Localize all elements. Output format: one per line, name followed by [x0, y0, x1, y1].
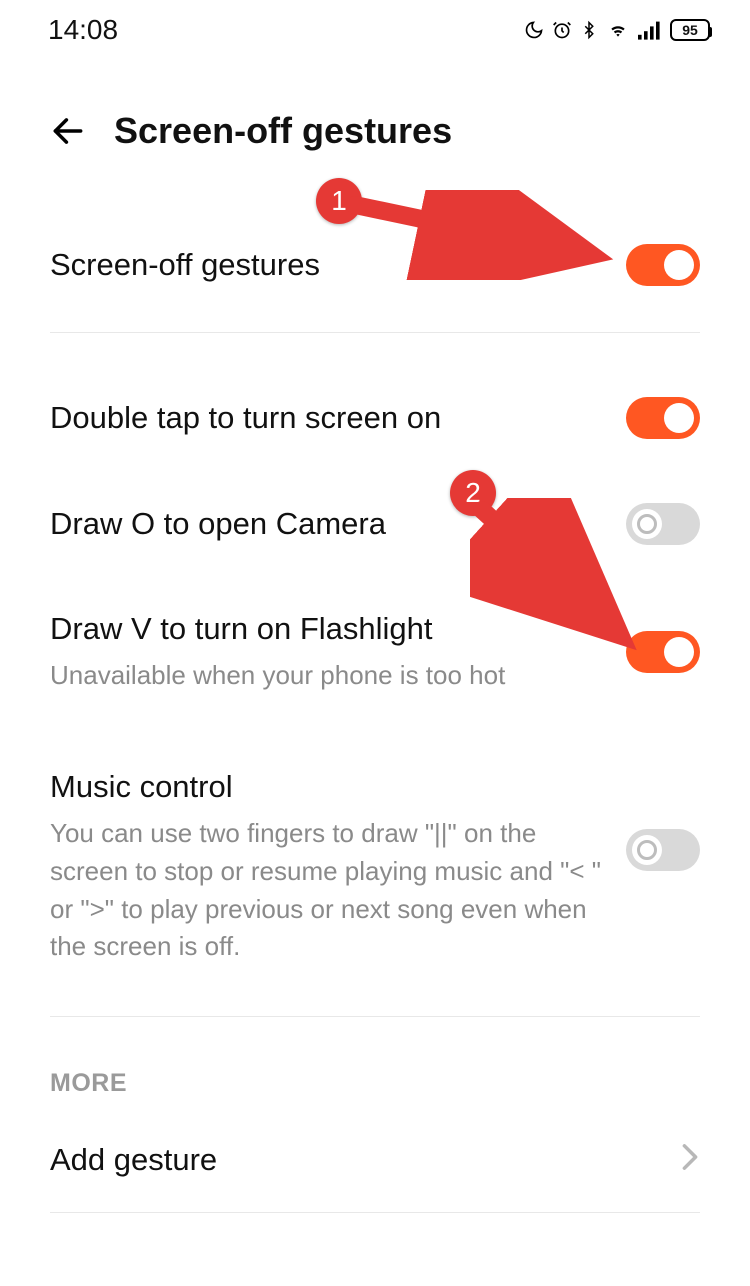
row-subtitle: You can use two fingers to draw "||" on … [50, 815, 606, 966]
section-label-more: MORE [0, 1017, 750, 1108]
page-title: Screen-off gestures [114, 110, 452, 152]
toggle-draw-o[interactable] [626, 503, 700, 545]
annotation-badge-2: 2 [450, 470, 496, 516]
row-draw-v[interactable]: Draw V to turn on Flashlight Unavailable… [0, 577, 750, 727]
dnd-moon-icon [524, 20, 544, 40]
toggle-double-tap[interactable] [626, 397, 700, 439]
row-title: Add gesture [50, 1140, 660, 1180]
row-subtitle: Unavailable when your phone is too hot [50, 657, 606, 695]
page-header: Screen-off gestures [0, 58, 750, 172]
status-time: 14:08 [48, 14, 118, 46]
alarm-icon [552, 20, 572, 40]
battery-percent: 95 [682, 22, 698, 38]
status-bar: 14:08 95 [0, 0, 750, 58]
toggle-screen-off-gestures[interactable] [626, 244, 700, 286]
divider [50, 1212, 700, 1213]
row-title: Draw V to turn on Flashlight [50, 609, 606, 649]
row-text: Draw V to turn on Flashlight Unavailable… [50, 609, 626, 695]
wifi-icon [606, 20, 630, 40]
row-music-control[interactable]: Music control You can use two fingers to… [0, 727, 750, 1016]
battery-icon: 95 [670, 19, 710, 41]
row-title: Music control [50, 767, 606, 807]
arrow-left-icon [49, 112, 87, 150]
row-title: Screen-off gestures [50, 245, 606, 285]
row-add-gesture[interactable]: Add gesture [0, 1108, 750, 1212]
row-text: Add gesture [50, 1140, 680, 1180]
toggle-draw-v[interactable] [626, 631, 700, 673]
row-draw-o[interactable]: Draw O to open Camera [0, 471, 750, 577]
toggle-music-control[interactable] [626, 829, 700, 871]
bluetooth-icon [580, 19, 598, 41]
chevron-right-icon [680, 1141, 700, 1180]
row-text: Screen-off gestures [50, 245, 626, 285]
back-button[interactable] [48, 111, 88, 151]
row-text: Music control You can use two fingers to… [50, 767, 626, 966]
row-text: Double tap to turn screen on [50, 398, 626, 438]
row-double-tap[interactable]: Double tap to turn screen on [0, 333, 750, 471]
row-screen-off-gestures[interactable]: Screen-off gestures [0, 172, 750, 332]
signal-icon [638, 20, 662, 40]
status-icons: 95 [524, 19, 710, 41]
row-title: Double tap to turn screen on [50, 398, 606, 438]
row-title: Draw O to open Camera [50, 504, 606, 544]
annotation-badge-1: 1 [316, 178, 362, 224]
row-text: Draw O to open Camera [50, 504, 626, 544]
